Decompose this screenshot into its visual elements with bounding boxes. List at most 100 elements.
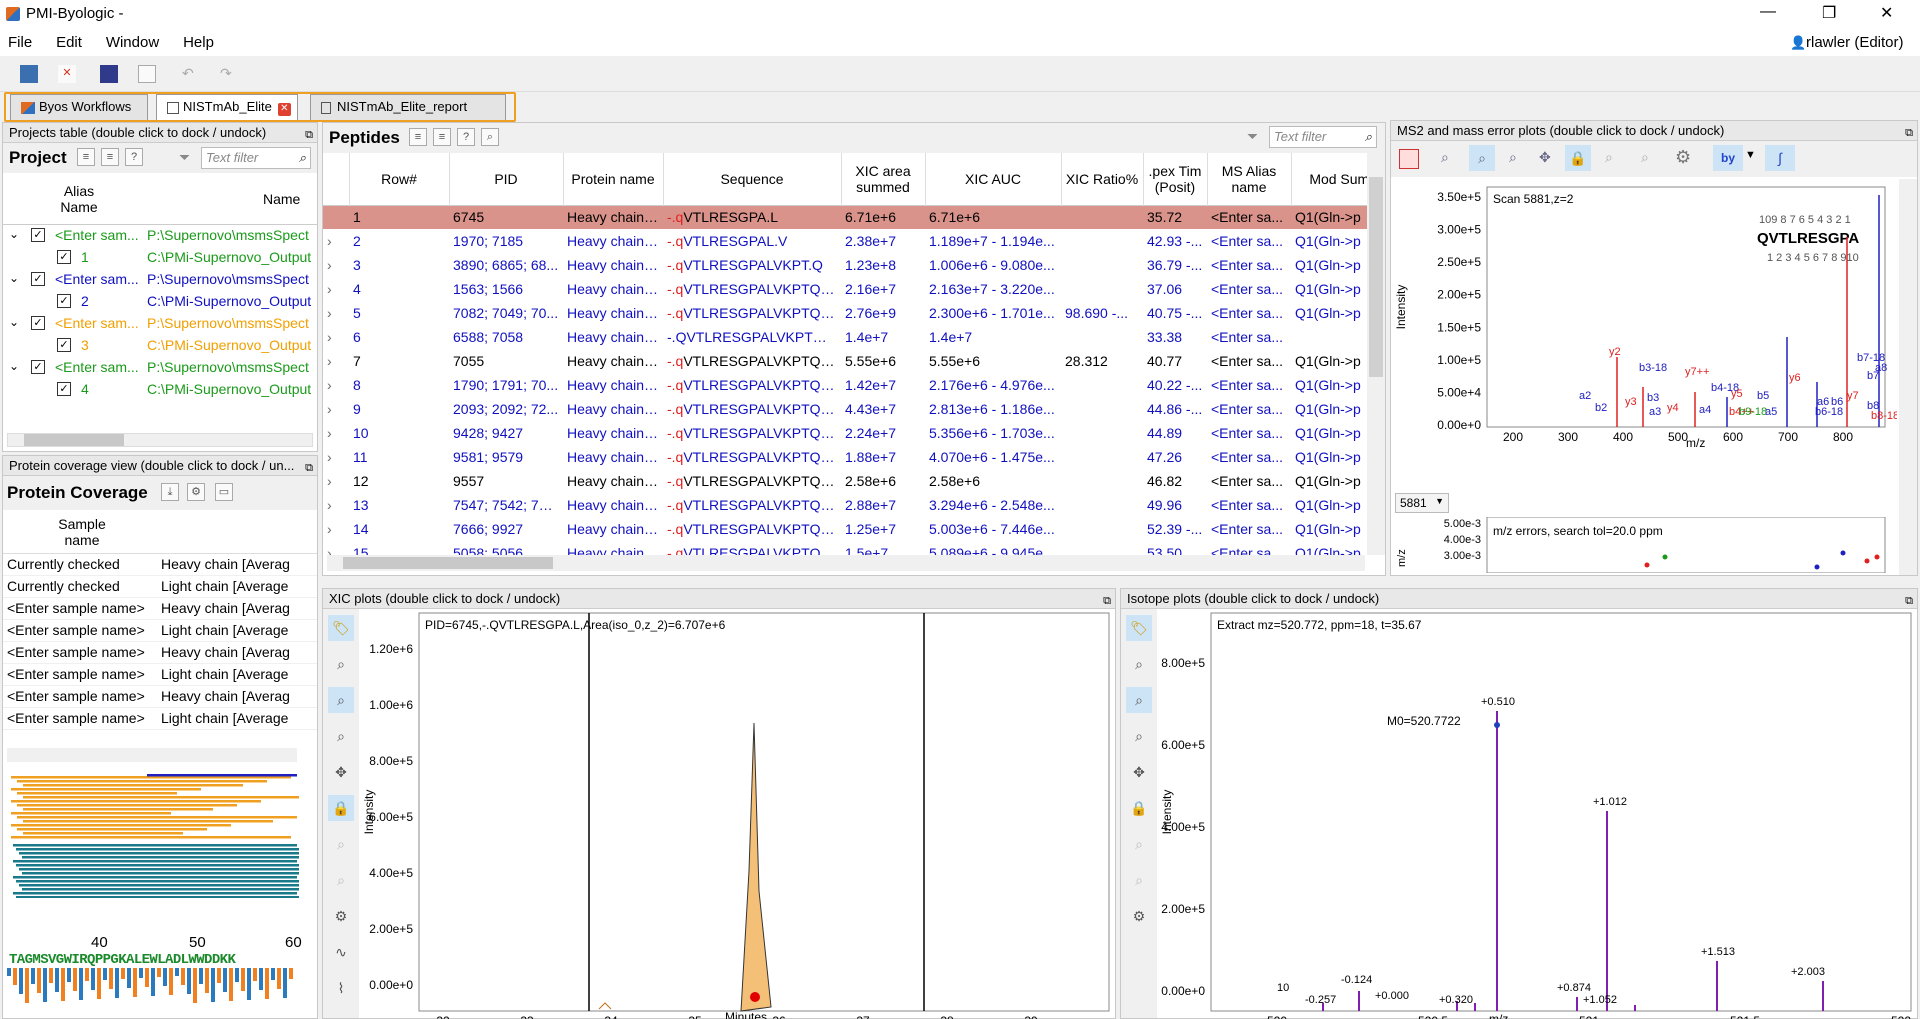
- table-row[interactable]: › 2 1970; 7185 Heavy chain ... -.qVTLRESGPAL…: [323, 229, 1367, 253]
- chevron-right-icon[interactable]: ›: [323, 229, 349, 253]
- spectrum-view-icon[interactable]: [1399, 149, 1419, 169]
- zoom-out-disabled-icon[interactable]: ⌕: [1126, 867, 1152, 893]
- zoom-in-disabled-icon[interactable]: ⌕: [1605, 149, 1613, 166]
- lock-icon[interactable]: 🔒: [1565, 145, 1591, 171]
- zoom-out-icon[interactable]: ⌕: [1126, 723, 1152, 749]
- project-child-row[interactable]: ✓ 2 C:\PMi-Supernovo_Output: [3, 291, 317, 313]
- project-row[interactable]: ⌄ ✓ <Enter sam... P:\Supernovo\msmsSpect: [3, 269, 317, 291]
- close-project-icon[interactable]: ✕: [58, 65, 76, 83]
- checkbox[interactable]: ✓: [31, 360, 45, 374]
- col-header[interactable]: Mod Summa: [1291, 153, 1367, 205]
- zoom-out-disabled-icon[interactable]: ⌕: [328, 867, 354, 893]
- zoom-out-disabled-icon[interactable]: ⌕: [1641, 149, 1649, 166]
- chevron-right-icon[interactable]: ›: [323, 373, 349, 397]
- table-row[interactable]: › 12 9557 Heavy chain ... -.qVTLRESGPALVKPTQ…: [323, 469, 1367, 493]
- chevron-down-icon[interactable]: ⌄: [9, 271, 19, 285]
- chevron-right-icon[interactable]: ›: [323, 445, 349, 469]
- peptides-filter-input[interactable]: Text filter ⌕: [1269, 126, 1377, 148]
- peak-labels-icon[interactable]: ∫: [1765, 145, 1795, 171]
- checkbox[interactable]: ✓: [57, 294, 71, 308]
- report-icon[interactable]: [100, 65, 118, 83]
- ms2-vscroll[interactable]: [1899, 179, 1917, 575]
- redo-icon[interactable]: ↷: [220, 65, 232, 82]
- settings-gear-icon[interactable]: ⚙: [328, 903, 354, 929]
- checkbox[interactable]: ✓: [57, 250, 71, 264]
- help-icon[interactable]: ?: [457, 128, 475, 146]
- projects-filter-input[interactable]: Text filter ⌕: [201, 147, 311, 169]
- coverage-row[interactable]: <Enter sample name> Light chain [Average: [3, 664, 317, 686]
- coverage-row[interactable]: <Enter sample name> Light chain [Average: [3, 620, 317, 642]
- project-child-row[interactable]: ✓ 3 C:\PMi-Supernovo_Output: [3, 335, 317, 357]
- menu-edit[interactable]: Edit: [46, 30, 92, 55]
- dock-icon[interactable]: ⧉: [1103, 591, 1111, 608]
- project-child-row[interactable]: ✓ 1 C:\PMi-Supernovo_Output: [3, 247, 317, 269]
- col-header[interactable]: XIC AUC: [925, 153, 1062, 205]
- table-row[interactable]: › 10 9428; 9427 Heavy chain ... -.qVTLRESGPA…: [323, 421, 1367, 445]
- coverage-hscroll[interactable]: [7, 748, 297, 762]
- close-tab-icon[interactable]: ✕: [277, 103, 291, 116]
- table-row[interactable]: › 9 2093; 2092; 72... Heavy chain ... -.qVTL…: [323, 397, 1367, 421]
- export-icon[interactable]: ⤓: [161, 483, 179, 501]
- table-row[interactable]: › 15 5058; 5056 Heavy chain ... -.qVTLRESGPA…: [323, 541, 1367, 555]
- coverage-row[interactable]: <Enter sample name> Heavy chain [Averag: [3, 642, 317, 664]
- by-ions-icon[interactable]: by: [1713, 145, 1743, 171]
- settings-gear-icon[interactable]: ⚙: [1675, 147, 1691, 168]
- settings-gear-icon[interactable]: ⚙: [187, 483, 205, 501]
- pan-icon[interactable]: ✥: [328, 759, 354, 785]
- collapse-all-icon[interactable]: ≡: [101, 148, 119, 166]
- checkbox[interactable]: ✓: [31, 316, 45, 330]
- col-header[interactable]: Row#: [349, 153, 450, 205]
- user-label[interactable]: rlawler (Editor): [1806, 34, 1904, 51]
- undo-icon[interactable]: ↶: [182, 65, 194, 82]
- project-row[interactable]: ⌄ ✓ <Enter sam... P:\Supernovo\msmsSpect: [3, 225, 317, 247]
- table-row[interactable]: › 5 7082; 7049; 70... Heavy chain ... -.qVTL…: [323, 301, 1367, 325]
- menu-window[interactable]: Window: [96, 30, 169, 55]
- document-icon[interactable]: [138, 65, 156, 83]
- col-sample-name[interactable]: Sample name: [51, 516, 113, 548]
- zoom-fit-icon[interactable]: ⌕: [1441, 149, 1449, 166]
- xic-panel-header[interactable]: XIC plots (double click to dock / undock…: [323, 589, 1115, 609]
- expand-all-icon[interactable]: ≡: [77, 148, 95, 166]
- pan-icon[interactable]: ✥: [1126, 759, 1152, 785]
- ion-type-dropdown-icon[interactable]: ▼: [1745, 149, 1756, 161]
- col-header[interactable]: Sequence: [663, 153, 842, 205]
- expand-all-icon[interactable]: ≡: [409, 128, 427, 146]
- chevron-right-icon[interactable]: ›: [323, 325, 349, 349]
- coverage-row[interactable]: Currently checked Light chain [Average: [3, 576, 317, 598]
- peptides-hscroll[interactable]: [327, 555, 1365, 571]
- raw-curve-icon[interactable]: ⌇: [328, 975, 354, 1001]
- tag-icon[interactable]: 🏷: [328, 615, 354, 641]
- zoom-in-icon[interactable]: ⌕: [1126, 687, 1152, 713]
- tab-nistmab-elite-report[interactable]: NISTmAb_Elite_report: [310, 94, 506, 120]
- pan-icon[interactable]: ✥: [1539, 149, 1551, 166]
- tab-nistmab-elite[interactable]: NISTmAb_Elite ✕: [156, 94, 298, 120]
- lock-icon[interactable]: 🔒: [1126, 795, 1152, 821]
- col-header[interactable]: .pex Tim (Posit): [1143, 153, 1208, 205]
- chevron-right-icon[interactable]: ›: [323, 349, 349, 373]
- menu-file[interactable]: File: [0, 30, 42, 55]
- zoom-in-disabled-icon[interactable]: ⌕: [328, 831, 354, 857]
- maximize-button[interactable]: ❐: [1822, 3, 1836, 23]
- coverage-row[interactable]: Currently checked Heavy chain [Averag: [3, 554, 317, 576]
- chevron-right-icon[interactable]: ›: [323, 253, 349, 277]
- search-peptide-icon[interactable]: ⌕: [481, 128, 499, 146]
- tab-byos-workflows[interactable]: Byos Workflows: [10, 94, 148, 120]
- smooth-curve-icon[interactable]: ∿: [328, 939, 354, 965]
- coverage-row[interactable]: <Enter sample name> Heavy chain [Averag: [3, 686, 317, 708]
- row-spacer[interactable]: [323, 205, 349, 229]
- table-row[interactable]: › 14 7666; 9927 Heavy chain ... -.qVTLRESGPA…: [323, 517, 1367, 541]
- peptides-vscroll[interactable]: [1367, 153, 1385, 555]
- project-row[interactable]: ⌄ ✓ <Enter sam... P:\Supernovo\msmsSpect: [3, 357, 317, 379]
- coverage-row[interactable]: <Enter sample name> Light chain [Average: [3, 708, 317, 730]
- zoom-in-icon[interactable]: ⌕: [328, 687, 354, 713]
- col-header[interactable]: Protein name: [563, 153, 664, 205]
- zoom-fit-icon[interactable]: ⌕: [328, 651, 354, 677]
- zoom-out-icon[interactable]: ⌕: [1509, 149, 1517, 166]
- chevron-down-icon[interactable]: ⌄: [9, 359, 19, 373]
- chevron-right-icon[interactable]: ›: [323, 397, 349, 421]
- chevron-right-icon[interactable]: ›: [323, 541, 349, 555]
- zoom-in-icon[interactable]: ⌕: [1469, 145, 1495, 171]
- collapse-all-icon[interactable]: ≡: [433, 128, 451, 146]
- chevron-down-icon[interactable]: ⌄: [9, 227, 19, 241]
- settings-gear-icon[interactable]: ⚙: [1126, 903, 1152, 929]
